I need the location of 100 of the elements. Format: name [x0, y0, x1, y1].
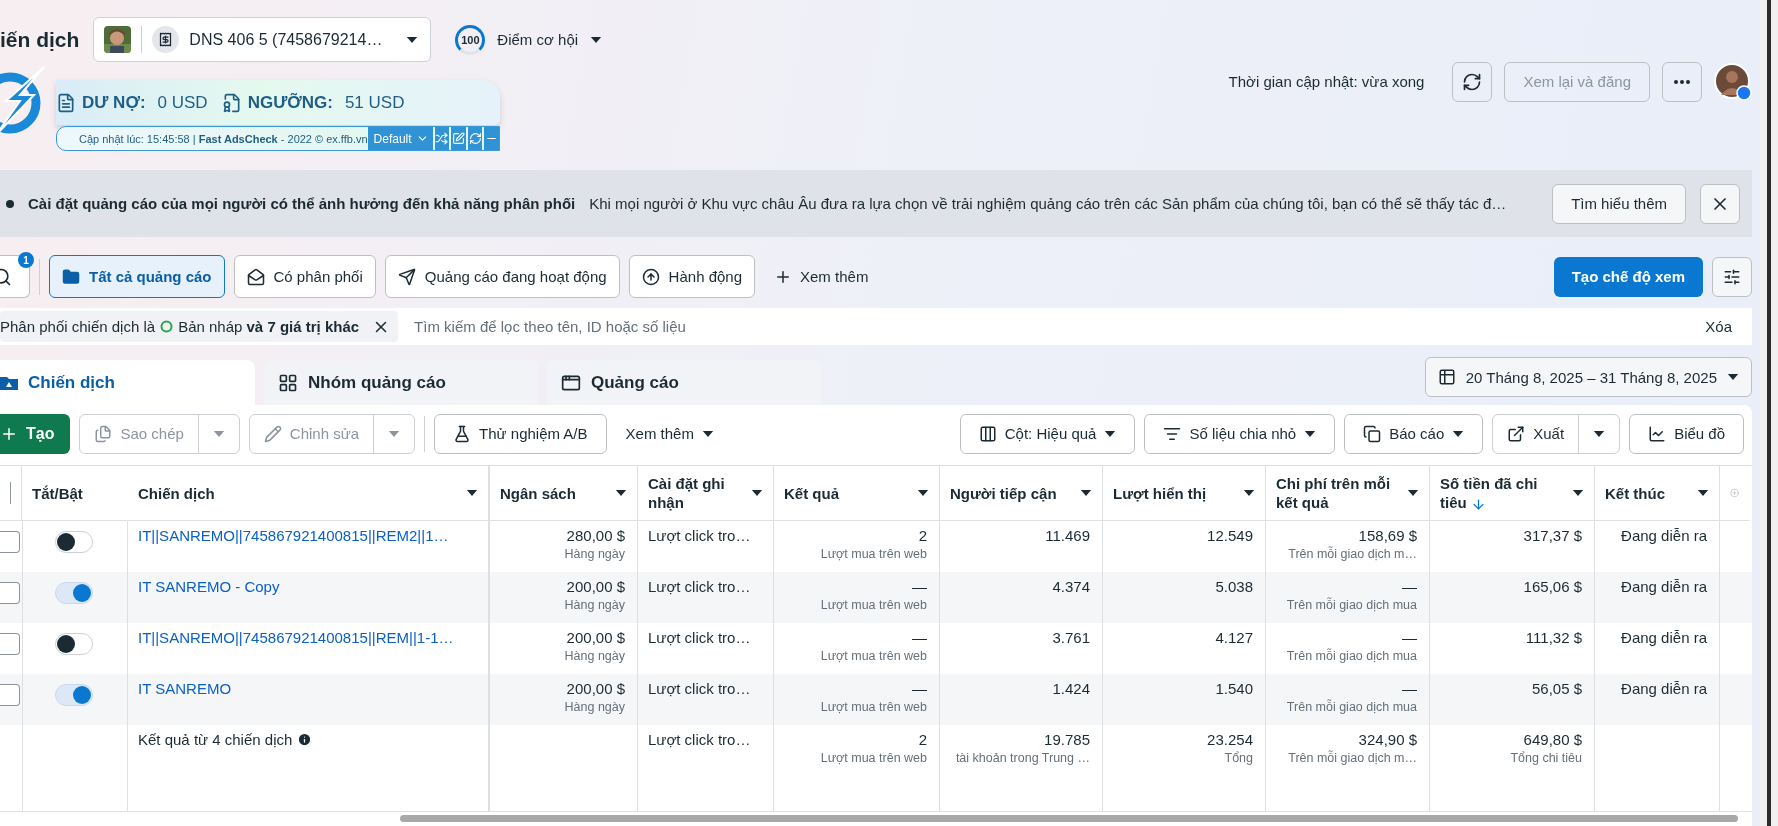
ab-test-button[interactable]: Thử nghiệm A/B	[434, 413, 607, 454]
edit-button[interactable]	[451, 127, 466, 150]
toggle-switch[interactable]	[54, 633, 93, 655]
checkbox[interactable]	[0, 633, 20, 655]
edit-icon	[452, 132, 465, 145]
cell-value: —	[912, 578, 927, 595]
create-view-button[interactable]: Tạo chế độ xem	[1553, 256, 1703, 297]
horizontal-scrollbar[interactable]	[400, 814, 1738, 822]
status-circle-icon	[160, 320, 174, 333]
cell-value: Lượt click tro…	[648, 731, 751, 748]
update-time-text: Thời gian cập nhật: vừa xong	[1228, 73, 1425, 90]
campaign-link[interactable]: IT SANREMO - Copy	[138, 578, 280, 595]
see-more-button[interactable]: Xem thêm	[764, 267, 879, 286]
cell-value: Đang diễn ra	[1621, 527, 1707, 544]
filter-chip[interactable]: Có phân phối	[233, 255, 376, 298]
clear-button[interactable]: Xóa	[1699, 317, 1738, 336]
cell-caption: Lượt mua trên web	[820, 547, 927, 561]
close-button[interactable]	[1700, 183, 1740, 224]
level-tab[interactable]: Chiến dịch	[0, 360, 255, 405]
cell-value: 111,32 $	[1525, 629, 1582, 646]
sliders-icon	[1723, 267, 1741, 286]
more-button[interactable]	[1662, 61, 1702, 102]
caret-down-icon	[751, 490, 763, 496]
breakdown-button[interactable]: Số liệu chia nhỏ	[1144, 413, 1336, 454]
filter-chip[interactable]: Tất cả quảng cáo	[49, 255, 225, 298]
minimize-button[interactable]	[484, 127, 499, 150]
campaign-link[interactable]: IT||SANREMO||745867921400815||REM||1-1…	[138, 629, 454, 646]
cell-caption: Trên mỗi giao dịch mua	[1286, 700, 1417, 714]
cell-value: 23.254	[1207, 731, 1253, 748]
caret-down-icon	[1697, 490, 1709, 496]
grid-icon	[278, 372, 298, 393]
caret-down-icon	[1452, 430, 1465, 437]
refresh-icon	[1462, 71, 1483, 92]
cell-value: 200,00 $	[566, 629, 625, 646]
info-icon	[297, 732, 313, 747]
toggle-switch[interactable]	[54, 684, 93, 706]
filter-count-badge: 1	[18, 252, 34, 268]
campaign-link[interactable]: IT||SANREMO||745867921400815||REM2||1…	[138, 527, 449, 544]
table-row[interactable]: IT SANREMO 200,00 $ Hàng ngày Lượt click tro… — Lượt mua trên web 1.424 1.540 — Trên mỗi giao dịch mua 56,05 $ Đang diễn ra	[0, 674, 1752, 725]
search-field[interactable]: Tìm kiếm để lọc theo tên, ID hoặc số liệu	[412, 317, 1686, 336]
threshold-value: 51 USD	[344, 92, 405, 113]
flask-icon	[453, 424, 472, 443]
level-tab[interactable]: Nhóm quảng cáo	[264, 360, 538, 405]
learn-more-button[interactable]: Tìm hiểu thêm	[1552, 183, 1686, 224]
level-tab[interactable]: Quảng cáo	[547, 360, 821, 405]
caret-down-icon	[615, 490, 627, 496]
cell-value: Lượt click tro…	[648, 680, 751, 697]
filter-tag-label: Phân phối chiến dịch là	[0, 318, 156, 335]
charts-button[interactable]: Biểu đồ	[1629, 413, 1744, 454]
campaign-link[interactable]: IT SANREMO	[138, 680, 232, 697]
cell-value: —	[912, 680, 927, 697]
checkbox[interactable]	[0, 531, 20, 553]
reports-button[interactable]: Báo cáo	[1344, 413, 1484, 454]
see-more-button[interactable]: Xem thêm	[615, 425, 724, 442]
cell-value: —	[1402, 680, 1417, 697]
export-button[interactable]: Xuất	[1493, 414, 1580, 453]
columns-button[interactable]: Cột: Hiệu quả	[959, 413, 1136, 454]
toggle-switch[interactable]	[54, 531, 93, 553]
cell-value: 280,00 $	[566, 527, 625, 544]
filter-tag[interactable]: Phân phối chiến dịch là Bản nháp và 7 giá trị khác	[0, 311, 399, 342]
settings-button[interactable]	[1712, 256, 1752, 297]
checkbox[interactable]	[0, 684, 20, 706]
date-range-picker[interactable]: 20 Tháng 8, 2025 – 31 Tháng 8, 2025	[1424, 357, 1752, 397]
cell-value: 2	[918, 731, 927, 748]
calendar-icon	[1437, 368, 1456, 386]
vertical-scrollbar[interactable]	[1767, 0, 1771, 826]
profile-avatar[interactable]	[1714, 62, 1752, 101]
cell-value: 5.038	[1215, 578, 1253, 595]
caret-down-icon	[590, 36, 603, 43]
filter-chip[interactable]: Quảng cáo đang hoạt động	[384, 255, 620, 298]
cell-caption: Lượt mua trên web	[820, 700, 927, 714]
caret-down-icon	[1572, 490, 1584, 496]
create-button[interactable]: Tạo	[0, 413, 71, 454]
arrow-up-circle-icon	[641, 267, 660, 286]
debt-value: 0 USD	[157, 92, 208, 113]
filter-chip[interactable]: Hành động	[628, 255, 755, 298]
account-selector[interactable]: DNS 406 5 (7458679214…	[93, 17, 432, 62]
banner-text: Khi mọi người ở Khu vực châu Âu đưa ra lựa chọn về trải nghiệm quảng cáo trên các Sản phẩm của chúng tôi, bạn có thể sẽ thấy tác đ…	[589, 195, 1508, 212]
checkbox[interactable]	[0, 582, 20, 604]
debt-label: DƯ NỢ:	[82, 92, 146, 113]
cell-value: 3.761	[1052, 629, 1090, 646]
export-split-button[interactable]: Xuất	[1492, 413, 1621, 454]
threshold-label: NGƯỠNG:	[247, 92, 333, 113]
filter-search-bar[interactable]: Phân phối chiến dịch là Bản nháp và 7 giá trị khác Tìm kiếm để lọc theo tên, ID hoặc số liệu Xóa	[0, 308, 1752, 345]
page-title: iến dịch	[0, 27, 80, 52]
opportunity-score-button[interactable]: 100 Điểm cơ hội	[455, 24, 603, 55]
cell-value: Đang diễn ra	[1621, 680, 1707, 697]
table-row[interactable]: IT SANREMO - Copy 200,00 $ Hàng ngày Lượt click tro… — Lượt mua trên web 4.374 5.038 — Trên mỗi giao dịch mua 165,06 $ Đang diễn ra	[0, 572, 1752, 623]
toggle-switch[interactable]	[54, 582, 93, 604]
shuffle-button[interactable]	[434, 127, 450, 150]
cell-value: 4.127	[1215, 629, 1253, 646]
refresh-button[interactable]	[1452, 61, 1493, 102]
copy-icon	[94, 424, 113, 443]
cell-caption: Trên mỗi giao dịch mua	[1286, 598, 1417, 612]
document-icon	[56, 92, 76, 113]
columns-icon	[978, 424, 997, 443]
update-status-text: Cập nhật lúc: 15:45:58 | Fast AdsCheck - 2022 © ex.ffb.vn	[78, 132, 368, 145]
cell-value: 324,90 $	[1358, 731, 1417, 748]
cell-value: 1.424	[1052, 680, 1090, 697]
caret-down-icon	[466, 490, 478, 496]
